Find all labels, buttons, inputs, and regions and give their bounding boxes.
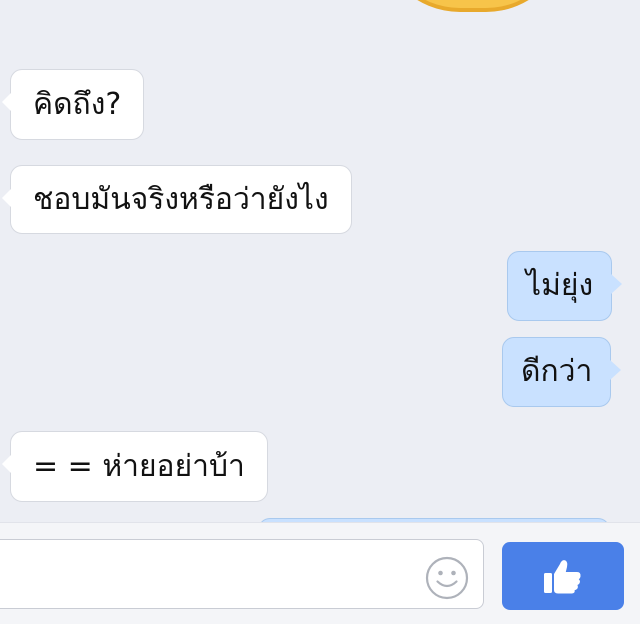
message-text: ไม่ยุ่ง <box>526 268 594 303</box>
bubble-tail <box>611 274 623 294</box>
message-text: คิดถึง? <box>33 86 122 122</box>
message-text: ดีกว่า <box>521 354 593 389</box>
bubble-tail <box>2 454 12 474</box>
bubble-tail <box>610 360 622 380</box>
message-bubble-incoming: คิดถึง? <box>2 69 145 140</box>
message-text: ชอบมันจริงหรือว่ายังไง <box>33 181 329 217</box>
smiley-face-icon <box>425 556 469 600</box>
message-text: = = ห่ายอย่าบ้า <box>33 448 245 484</box>
message-bubble-outgoing: ดีกว่า <box>502 337 622 407</box>
message-bubble-incoming: = = ห่ายอย่าบ้า <box>2 431 268 502</box>
message-bubble-outgoing: ไม่ยุ่ง <box>507 251 623 321</box>
like-button[interactable] <box>502 542 624 610</box>
message-input[interactable] <box>0 539 484 609</box>
emoji-button[interactable] <box>424 555 470 601</box>
message-composer <box>0 522 640 624</box>
sticker-image <box>378 0 568 12</box>
bubble-tail <box>2 92 12 112</box>
chat-screen: คิดถึง? ชอบมันจริงหรือว่ายังไง ไม่ยุ่ง ด… <box>0 0 640 624</box>
thumbs-up-icon <box>544 560 581 594</box>
message-bubble-incoming: ชอบมันจริงหรือว่ายังไง <box>2 165 352 234</box>
bubble-tail <box>2 188 12 208</box>
